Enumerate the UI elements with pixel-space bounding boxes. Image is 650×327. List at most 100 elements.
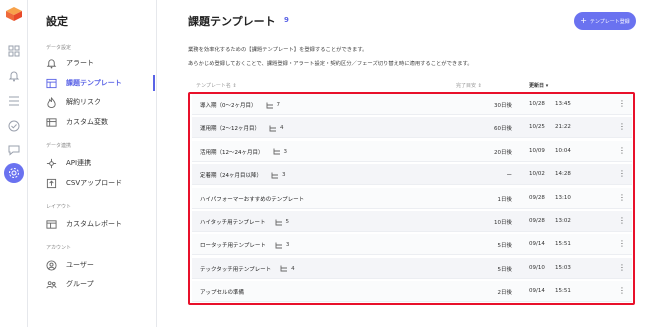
page-title: 課題テンプレート [188, 15, 276, 28]
report-icon [45, 218, 57, 230]
subtask-tree-icon [273, 148, 280, 155]
notification-bell-icon[interactable] [8, 70, 20, 82]
completion-days: 30日後 [494, 103, 512, 109]
sidebar-item-groups[interactable]: グループ [42, 276, 155, 292]
subtask-count-value: 3 [285, 242, 290, 249]
main-content: 課題テンプレート 9 + テンプレート登録 業務を効率化するための【課題テンプレ… [158, 0, 650, 327]
subtask-tree-icon [275, 219, 282, 225]
settings-gear-icon[interactable] [8, 167, 20, 179]
sidebar-item-label: CSVアップロード [66, 179, 123, 187]
dashboard-icon[interactable] [8, 45, 20, 57]
more-options-icon[interactable]: ⋮ [618, 121, 626, 133]
updated-date: 09/28 [529, 218, 545, 224]
updated-date: 09/14 [529, 241, 545, 248]
section-label-data-integration: データ連携 [46, 143, 72, 149]
template-name: ロータッチ用テンプレート [200, 243, 266, 250]
link-icon [45, 157, 57, 169]
updated-date: 10/28 [529, 101, 545, 107]
table-row[interactable]: ハイパフォーマーおすすめのテンプレート 1日後 09/28 13:10 ⋮ [192, 187, 632, 209]
completion-days: 2日後 [497, 290, 513, 297]
updated-time: 10:04 [555, 147, 571, 154]
user-icon [45, 259, 57, 271]
subtask-count-value: 4 [280, 125, 284, 132]
flame-icon [45, 96, 57, 108]
completion-days: 1日後 [497, 196, 513, 203]
subtask-count: 5 [275, 219, 290, 226]
template-name: 導入期（0〜2ヶ月目） [200, 103, 257, 109]
sidebar-item-label: アラート [66, 59, 94, 67]
sidebar-item-custom-report[interactable]: カスタムレポート [42, 216, 155, 232]
table-row[interactable]: ロータッチ用テンプレート 3 5日後 09/14 15:51 ⋮ [192, 234, 632, 256]
completion-days: ー [506, 173, 512, 180]
sidebar-item-api[interactable]: API連携 [42, 155, 155, 171]
check-circle-icon[interactable] [8, 120, 20, 132]
table-row[interactable]: アップセルの準備 2日後 09/14 15:51 ⋮ [192, 281, 632, 303]
sidebar-item-issue-template[interactable]: 課題テンプレート [42, 75, 155, 91]
subtask-count-value: 5 [285, 219, 290, 225]
table-row[interactable]: 導入期（0〜2ヶ月目） 7 30日後 10/28 13:45 ⋮ [192, 94, 632, 115]
sidebar-item-alert[interactable]: アラート [42, 55, 155, 71]
more-options-icon[interactable]: ⋮ [618, 238, 626, 250]
subtask-count-value: 4 [291, 265, 295, 272]
completion-days: 5日後 [497, 266, 513, 273]
table-icon [45, 116, 57, 128]
template-name-cell: ハイパフォーマーおすすめのテンプレート [200, 195, 304, 203]
more-options-icon[interactable]: ⋮ [618, 262, 626, 274]
updated-time: 15:03 [555, 264, 571, 271]
description-line-2: あらかじめ登録しておくことで、課題登録・アラート設定・契約区分／フェーズ切り替え… [188, 61, 473, 67]
app-logo-icon[interactable] [5, 6, 23, 22]
sidebar-title: 設定 [46, 15, 68, 28]
updated-time: 14:28 [555, 171, 571, 178]
list-icon[interactable] [8, 95, 20, 107]
template-icon [45, 77, 57, 89]
template-name: 定着期（24ヶ月目以降） [200, 173, 262, 180]
sidebar-item-label: カスタム変数 [66, 118, 108, 126]
section-label-data-settings: データ設定 [46, 45, 72, 51]
subtask-count: 3 [275, 242, 290, 249]
sidebar-item-churn-risk[interactable]: 解約リスク [42, 94, 155, 110]
updated-time: 15:51 [555, 288, 571, 295]
sidebar-item-label: グループ [66, 280, 94, 288]
updated-time: 13:45 [555, 101, 571, 107]
bell-icon [45, 57, 57, 69]
add-template-button-label: テンプレート登録 [589, 18, 630, 25]
more-options-icon[interactable]: ⋮ [618, 145, 626, 157]
sidebar-item-csv-upload[interactable]: CSVアップロード [42, 175, 155, 191]
template-name-cell: 導入期（0〜2ヶ月目） 7 [200, 101, 280, 109]
completion-days: 60日後 [494, 126, 512, 133]
subtask-tree-icon [275, 242, 282, 249]
more-options-icon[interactable]: ⋮ [618, 215, 626, 227]
chat-icon[interactable] [8, 144, 20, 156]
sidebar-item-label: 課題テンプレート [66, 79, 122, 87]
sidebar-item-custom-variables[interactable]: カスタム変数 [42, 114, 155, 130]
plus-icon: + [580, 16, 587, 25]
column-header-updated[interactable]: 更新日 ▾ [529, 82, 548, 89]
table-row[interactable]: ハイタッチ用テンプレート 5 10日後 09/28 13:02 ⋮ [192, 211, 632, 232]
more-options-icon[interactable]: ⋮ [618, 98, 626, 110]
table-row[interactable]: 活用期（12〜24ヶ月目） 3 20日後 10/09 10:04 ⋮ [192, 140, 632, 162]
more-options-icon[interactable]: ⋮ [618, 285, 626, 297]
updated-date: 09/14 [529, 288, 545, 295]
template-name: ハイタッチ用テンプレート [200, 220, 266, 226]
subtask-count: 4 [269, 125, 284, 132]
add-template-button[interactable]: + テンプレート登録 [574, 12, 636, 30]
updated-date: 10/02 [529, 171, 545, 178]
upload-icon [45, 177, 57, 189]
column-header-days[interactable]: 完了目安 ⇕ [456, 82, 482, 89]
section-label-layout: レイアウト [46, 204, 72, 210]
sidebar-item-label: ユーザー [66, 261, 94, 269]
sidebar-item-users[interactable]: ユーザー [42, 257, 155, 273]
column-header-name[interactable]: テンプレート名 ⇕ [196, 82, 237, 89]
more-options-icon[interactable]: ⋮ [618, 168, 626, 180]
template-name: テックタッチ用テンプレート [200, 266, 272, 273]
more-options-icon[interactable]: ⋮ [618, 192, 626, 204]
icon-rail [0, 0, 28, 327]
updated-date: 09/28 [529, 194, 545, 201]
table-row[interactable]: 運用期（2〜12ヶ月目） 4 60日後 10/25 21:22 ⋮ [192, 117, 632, 139]
table-row[interactable]: 定着期（24ヶ月目以降） 3 ー 10/02 14:28 ⋮ [192, 164, 632, 186]
completion-days: 5日後 [497, 243, 513, 250]
updated-time: 13:10 [555, 194, 571, 201]
completion-days: 10日後 [494, 220, 512, 226]
completion-days: 20日後 [494, 149, 512, 156]
table-row[interactable]: テックタッチ用テンプレート 4 5日後 09/10 15:03 ⋮ [192, 257, 632, 279]
